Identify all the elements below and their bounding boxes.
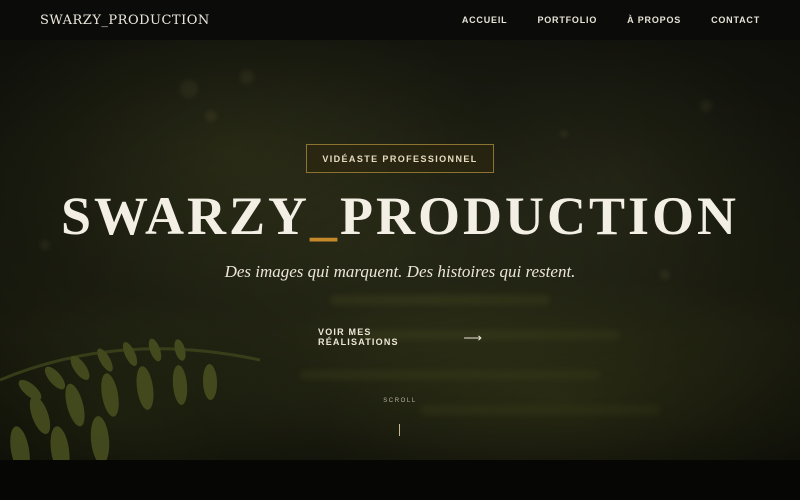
scroll-indicator-label: SCROLL bbox=[383, 398, 417, 404]
profession-badge: VIDÉASTE PROFESSIONNEL bbox=[306, 144, 494, 173]
view-work-label: VOIR MES RÉALISATIONS bbox=[318, 327, 399, 347]
hero-tagline: Des images qui marquent. Des histoires q… bbox=[224, 262, 576, 281]
hero-title-part2: PRODUCTION bbox=[340, 186, 740, 246]
hero-title-underscore: _ bbox=[310, 186, 341, 246]
arrow-right-icon: ⟶ bbox=[463, 329, 482, 345]
scroll-indicator-line bbox=[399, 424, 400, 436]
top-navigation: SWARZY_PRODUCTION ACCUEIL PORTFOLIO À PR… bbox=[0, 0, 800, 40]
nav-link-contact[interactable]: CONTACT bbox=[711, 15, 760, 25]
nav-link-portfolio[interactable]: PORTFOLIO bbox=[537, 15, 597, 25]
brand-logo[interactable]: SWARZY_PRODUCTION bbox=[40, 13, 210, 28]
nav-link-a-propos[interactable]: À PROPOS bbox=[627, 15, 681, 25]
bottom-strip bbox=[0, 460, 800, 500]
hero-background-image bbox=[0, 40, 800, 460]
view-work-button[interactable]: VOIR MES RÉALISATIONS ⟶ bbox=[318, 326, 482, 348]
fern-leaves bbox=[0, 338, 261, 460]
nav-links: ACCUEIL PORTFOLIO À PROPOS CONTACT bbox=[462, 15, 760, 25]
hero-title: SWARZY_PRODUCTION bbox=[0, 186, 800, 246]
nav-link-accueil[interactable]: ACCUEIL bbox=[462, 15, 508, 25]
hero-title-part1: SWARZY bbox=[60, 186, 311, 246]
